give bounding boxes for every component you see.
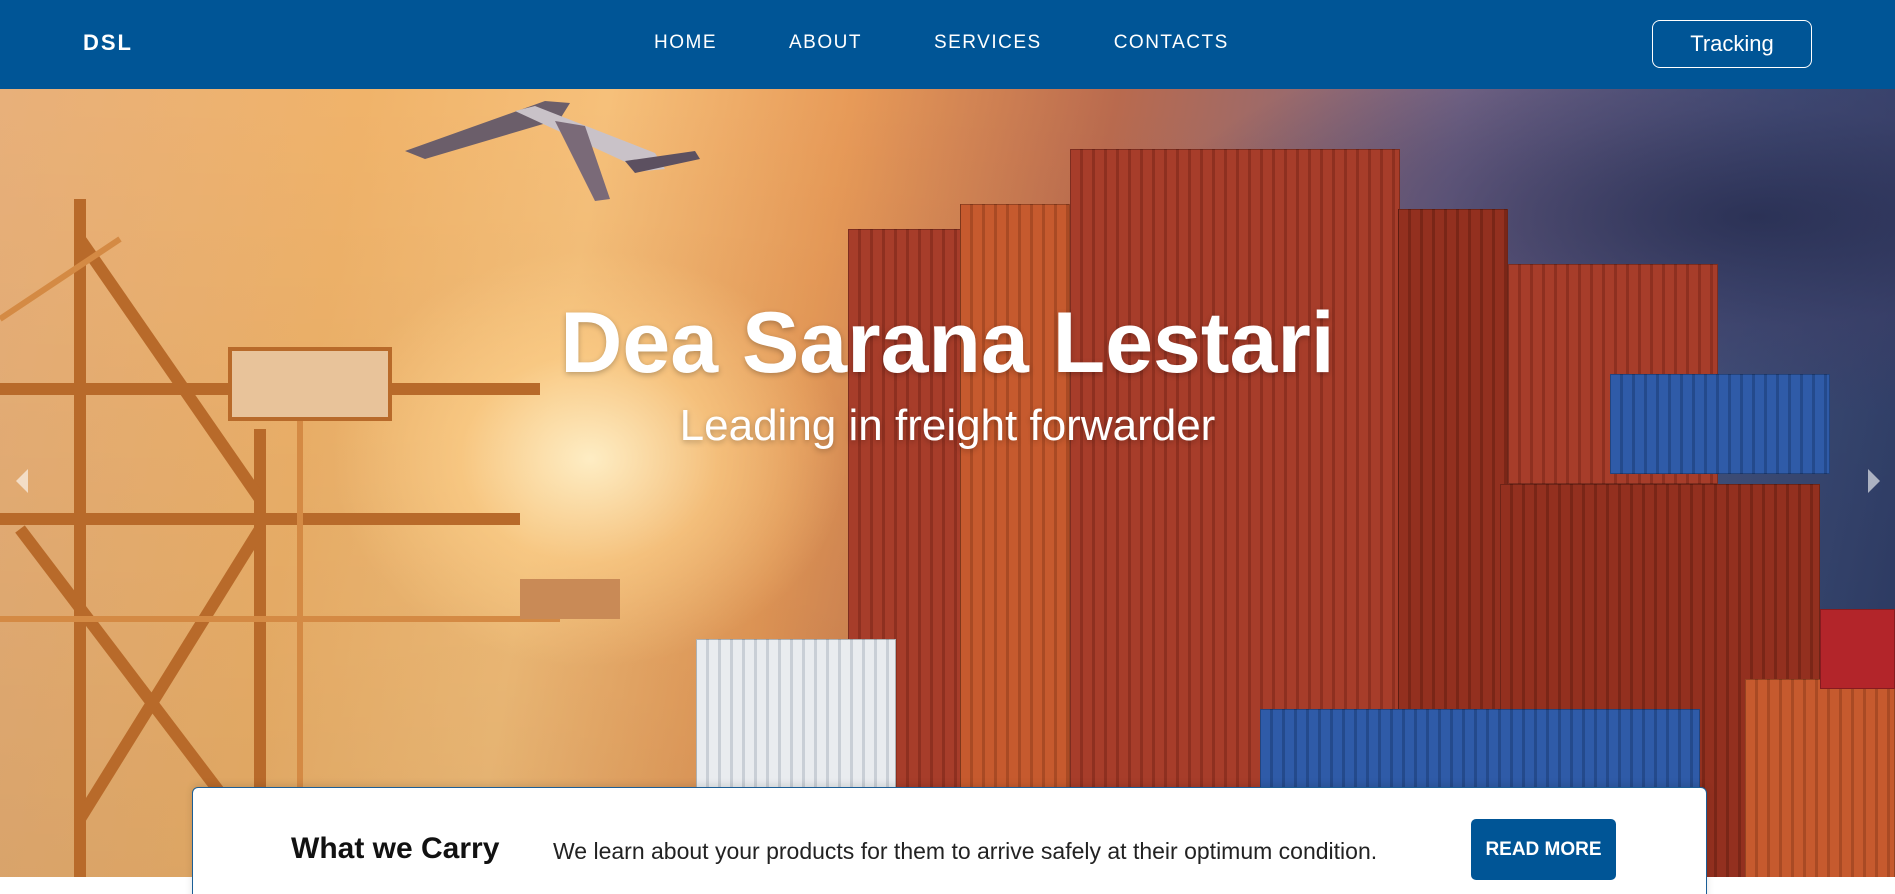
nav-services[interactable]: SERVICES — [934, 32, 1042, 54]
container-stack — [1745, 679, 1895, 877]
carry-title: What we Carry — [291, 832, 500, 865]
container-stack — [1820, 609, 1895, 689]
airplane-image — [405, 101, 700, 201]
nav-contacts[interactable]: CONTACTS — [1114, 32, 1229, 54]
nav-home[interactable]: HOME — [654, 32, 717, 54]
brand-logo[interactable]: DSL — [83, 30, 133, 56]
what-we-carry-card: What we Carry We learn about your produc… — [192, 787, 1707, 894]
read-more-button[interactable]: READ MORE — [1471, 819, 1616, 880]
hero-subtitle: Leading in freight forwarder — [679, 401, 1216, 450]
hero-carousel: Dea Sarana Lestari Leading in freight fo… — [0, 89, 1895, 877]
tracking-button[interactable]: Tracking — [1652, 20, 1812, 68]
nav-links: HOME ABOUT SERVICES CONTACTS — [654, 32, 1301, 54]
hero-title: Dea Sarana Lestari — [560, 295, 1335, 391]
top-navbar: DSL HOME ABOUT SERVICES CONTACTS Trackin… — [0, 0, 1895, 89]
carry-description: We learn about your products for them to… — [553, 838, 1378, 864]
carousel-prev-icon[interactable] — [16, 469, 28, 493]
carousel-next-icon[interactable] — [1868, 469, 1880, 493]
nav-about[interactable]: ABOUT — [789, 32, 862, 54]
